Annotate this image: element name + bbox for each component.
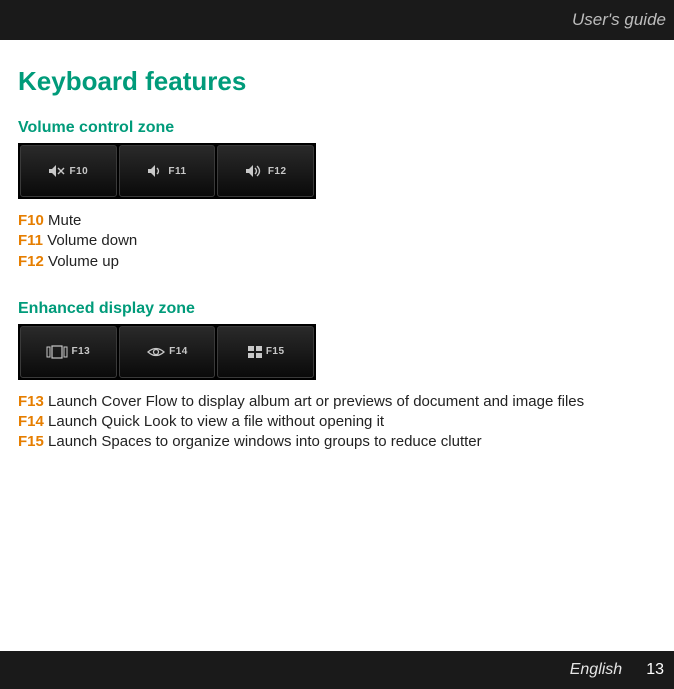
desc-line: F14 Launch Quick Look to view a file wit… <box>18 412 656 432</box>
fkey-label: F14 <box>18 413 44 430</box>
key-f14: F14 <box>119 326 216 378</box>
desc-list-volume: F10 Mute F11 Volume down F12 Volume up <box>18 211 656 272</box>
section-volume: Volume control zone F10 <box>18 119 656 272</box>
key-f10: F10 <box>20 145 117 197</box>
key-label: F10 <box>69 166 88 177</box>
key-f11: F11 <box>119 145 216 197</box>
desc-text: Mute <box>48 212 81 229</box>
header-title: User's guide <box>572 10 666 30</box>
desc-text: Volume down <box>47 232 137 249</box>
footer-bar: English 13 <box>0 651 674 689</box>
quicklook-icon <box>146 345 166 359</box>
key-f13: F13 <box>20 326 117 378</box>
fkey-label: F11 <box>18 232 43 249</box>
mute-icon <box>48 164 66 178</box>
header-bar: User's guide <box>0 0 674 40</box>
vol-up-icon <box>245 164 265 178</box>
section-title: Volume control zone <box>18 119 656 137</box>
desc-line: F10 Mute <box>18 211 656 231</box>
desc-text: Launch Spaces to organize windows into g… <box>48 433 482 450</box>
key-strip-volume: F10 F11 F12 <box>18 143 316 199</box>
fkey-label: F15 <box>18 433 44 450</box>
content-area: Keyboard features Volume control zone F1… <box>0 40 674 453</box>
desc-text: Volume up <box>48 253 119 270</box>
footer-language: English <box>570 661 622 679</box>
coverflow-icon <box>46 345 68 359</box>
desc-text: Launch Cover Flow to display album art o… <box>48 393 584 410</box>
section-title: Enhanced display zone <box>18 300 656 318</box>
desc-line: F12 Volume up <box>18 252 656 272</box>
vol-down-icon <box>147 164 165 178</box>
key-f12: F12 <box>217 145 314 197</box>
desc-line: F13 Launch Cover Flow to display album a… <box>18 392 656 412</box>
key-label: F11 <box>168 166 186 177</box>
desc-text: Launch Quick Look to view a file without… <box>48 413 384 430</box>
footer-page-number: 13 <box>646 661 664 679</box>
section-display: Enhanced display zone F13 <box>18 300 656 453</box>
fkey-label: F12 <box>18 253 44 270</box>
desc-line: F15 Launch Spaces to organize windows in… <box>18 432 656 452</box>
fkey-label: F10 <box>18 212 44 229</box>
desc-list-display: F13 Launch Cover Flow to display album a… <box>18 392 656 453</box>
key-strip-display: F13 F14 <box>18 324 316 380</box>
key-label: F14 <box>169 346 188 357</box>
fkey-label: F13 <box>18 393 44 410</box>
spaces-icon <box>247 345 263 359</box>
key-label: F15 <box>266 346 285 357</box>
key-label: F13 <box>71 346 90 357</box>
desc-line: F11 Volume down <box>18 231 656 251</box>
key-label: F12 <box>268 166 287 177</box>
page-title: Keyboard features <box>18 66 656 97</box>
key-f15: F15 <box>217 326 314 378</box>
